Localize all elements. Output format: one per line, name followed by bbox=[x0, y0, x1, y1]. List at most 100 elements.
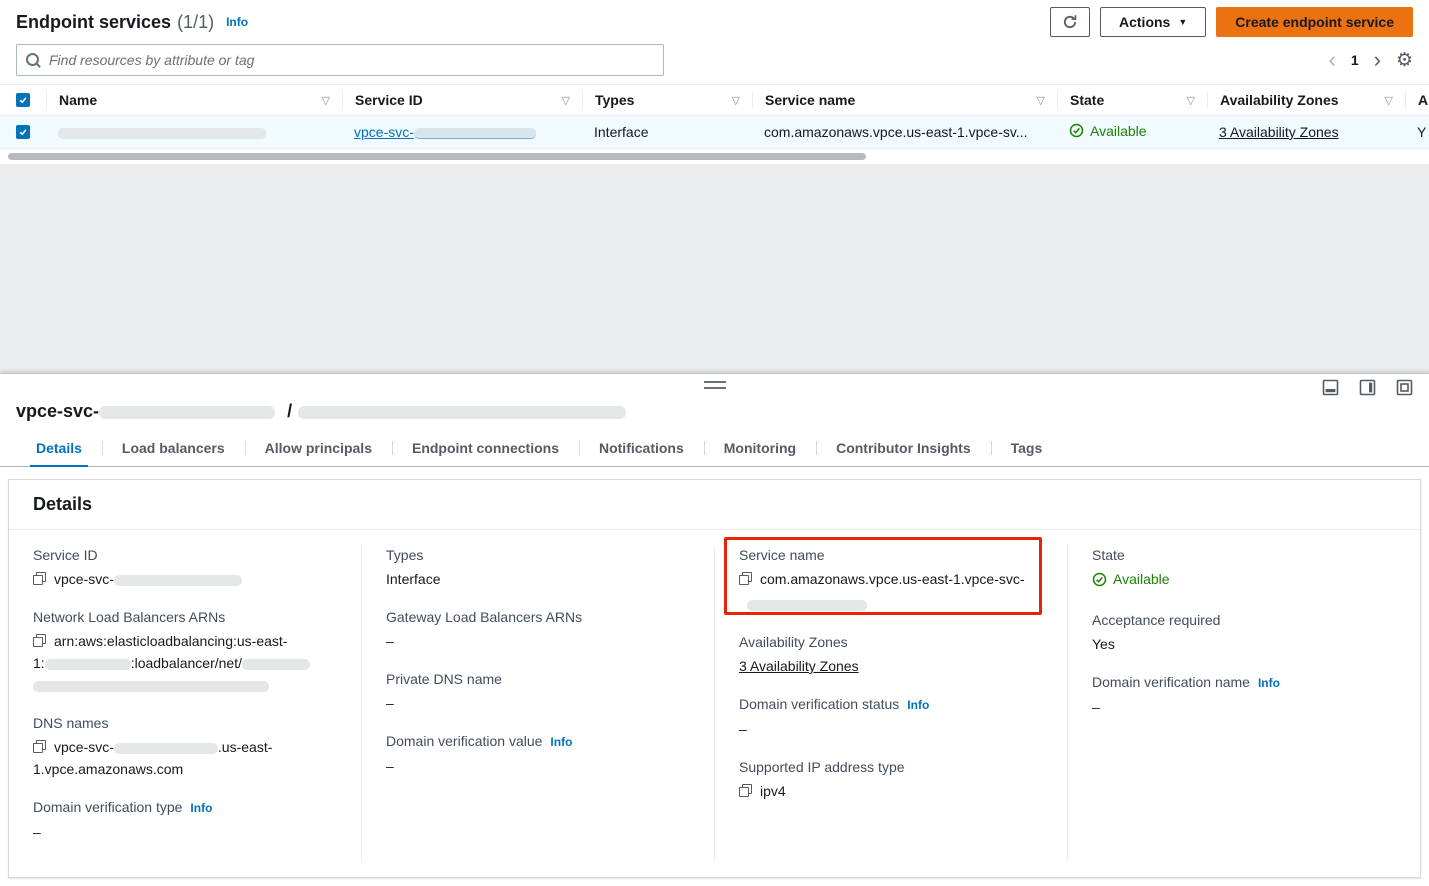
search-box[interactable] bbox=[16, 44, 664, 76]
copy-icon[interactable] bbox=[739, 572, 752, 585]
panel-layout-controls bbox=[1322, 379, 1413, 396]
tab-allow-principals[interactable]: Allow principals bbox=[245, 430, 392, 466]
details-card-heading: Details bbox=[9, 480, 1420, 530]
availability-zones-link[interactable]: 3 Availability Zones bbox=[1219, 124, 1339, 140]
check-icon bbox=[18, 127, 28, 137]
horizontal-scrollbar[interactable] bbox=[8, 153, 866, 160]
endpoint-services-list-section: Endpoint services (1/1) Info Actions ▼ C… bbox=[0, 0, 1429, 164]
resource-count: (1/1) bbox=[177, 12, 214, 33]
info-link[interactable]: Info bbox=[550, 735, 572, 749]
field-label: Service ID bbox=[33, 546, 337, 564]
field-label: Types bbox=[386, 546, 690, 564]
filter-icon[interactable]: ▽ bbox=[1187, 94, 1195, 107]
filter-icon[interactable]: ▽ bbox=[1385, 94, 1393, 107]
filter-icon[interactable]: ▽ bbox=[562, 94, 570, 107]
select-all-checkbox[interactable] bbox=[16, 93, 30, 107]
horizontal-scroll-track bbox=[0, 149, 1429, 164]
cell-types: Interface bbox=[582, 124, 752, 140]
availability-zones-link[interactable]: 3 Availability Zones bbox=[739, 658, 859, 674]
status-text: Available bbox=[1090, 123, 1147, 139]
copy-icon[interactable] bbox=[33, 572, 46, 585]
current-page-number[interactable]: 1 bbox=[1351, 52, 1359, 68]
redacted-service-id bbox=[414, 128, 536, 139]
field-domain-verification-value: Domain verification valueInfo – bbox=[386, 732, 690, 777]
column-label: Name bbox=[59, 92, 97, 108]
redacted-title-id bbox=[99, 406, 275, 419]
field-value: Interface bbox=[386, 568, 690, 590]
next-page-icon[interactable]: › bbox=[1374, 49, 1381, 71]
table-row[interactable]: vpce-svc- Interface com.amazonaws.vpce.u… bbox=[0, 116, 1429, 149]
details-split-panel: vpce-svc-/ Details Load balancers Allow … bbox=[0, 373, 1429, 886]
row-checkbox[interactable] bbox=[16, 125, 30, 139]
cell-availability-zones: 3 Availability Zones bbox=[1207, 124, 1405, 140]
split-panel-drag-handle[interactable] bbox=[704, 381, 726, 389]
split-panel-side-icon[interactable] bbox=[1359, 379, 1376, 396]
column-header-types[interactable]: Types ▽ bbox=[582, 91, 752, 109]
create-endpoint-service-button[interactable]: Create endpoint service bbox=[1216, 7, 1413, 37]
column-header-availability-zones[interactable]: Availability Zones ▽ bbox=[1207, 91, 1405, 109]
info-link[interactable]: Info bbox=[190, 801, 212, 815]
service-name-text: com.amazonaws.vpce.us-east-1.vpce-svc- bbox=[760, 571, 1025, 587]
field-acceptance-required: Acceptance required Yes bbox=[1092, 611, 1396, 655]
previous-page-icon[interactable]: ‹ bbox=[1329, 49, 1336, 71]
arn-text: :loadbalancer/net/ bbox=[131, 655, 242, 671]
tab-monitoring[interactable]: Monitoring bbox=[704, 430, 816, 466]
copy-icon[interactable] bbox=[33, 634, 46, 647]
column-header-name[interactable]: Name ▽ bbox=[46, 91, 342, 109]
field-service-name: Service name com.amazonaws.vpce.us-east-… bbox=[739, 546, 1043, 615]
field-label: Supported IP address type bbox=[739, 758, 1043, 776]
details-column-3: Service name com.amazonaws.vpce.us-east-… bbox=[714, 546, 1067, 861]
field-value: – bbox=[1092, 696, 1396, 718]
details-column-1: Service ID vpce-svc- Network Load Balanc… bbox=[9, 546, 361, 861]
field-value: Yes bbox=[1092, 633, 1396, 655]
field-value: vpce-svc- bbox=[33, 568, 337, 590]
info-link[interactable]: Info bbox=[1258, 676, 1280, 690]
split-panel-fullscreen-icon[interactable] bbox=[1396, 379, 1413, 396]
filter-icon[interactable]: ▽ bbox=[732, 94, 740, 107]
field-value: – bbox=[386, 692, 690, 714]
pagination: ‹ 1 › ⚙ bbox=[1329, 49, 1414, 72]
split-panel-header bbox=[0, 374, 1429, 396]
dns-text: vpce-svc- bbox=[54, 739, 114, 755]
actions-button[interactable]: Actions ▼ bbox=[1100, 7, 1206, 37]
copy-icon[interactable] bbox=[739, 784, 752, 797]
service-id-text: vpce-svc- bbox=[54, 571, 114, 587]
field-label: Gateway Load Balancers ARNs bbox=[386, 608, 690, 626]
redacted-text bbox=[114, 743, 218, 754]
tab-details[interactable]: Details bbox=[16, 430, 102, 466]
cell-name bbox=[46, 124, 342, 140]
details-column-2: Types Interface Gateway Load Balancers A… bbox=[361, 546, 714, 861]
column-header-state[interactable]: State ▽ bbox=[1057, 91, 1207, 109]
field-state: State Available bbox=[1092, 546, 1396, 593]
split-panel-bottom-icon[interactable] bbox=[1322, 379, 1339, 396]
field-label-text: Domain verification name bbox=[1092, 674, 1250, 690]
check-circle-icon bbox=[1092, 572, 1107, 587]
status-badge: Available bbox=[1069, 123, 1147, 139]
search-input[interactable] bbox=[49, 52, 654, 68]
column-header-acceptance[interactable]: A bbox=[1405, 91, 1429, 109]
tab-contributor-insights[interactable]: Contributor Insights bbox=[816, 430, 991, 466]
info-link[interactable]: Info bbox=[226, 15, 248, 29]
column-header-service-name[interactable]: Service name ▽ bbox=[752, 91, 1057, 109]
tab-endpoint-connections[interactable]: Endpoint connections bbox=[392, 430, 579, 466]
filter-icon[interactable]: ▽ bbox=[322, 94, 330, 107]
copy-icon[interactable] bbox=[33, 740, 46, 753]
refresh-button[interactable] bbox=[1050, 7, 1090, 37]
create-button-label: Create endpoint service bbox=[1235, 14, 1394, 30]
actions-button-label: Actions bbox=[1119, 14, 1170, 30]
service-id-link[interactable]: vpce-svc- bbox=[354, 124, 414, 140]
tab-tags[interactable]: Tags bbox=[991, 430, 1063, 466]
column-label: Service name bbox=[765, 92, 855, 108]
field-value: 3 Availability Zones bbox=[739, 655, 1043, 677]
settings-gear-icon[interactable]: ⚙ bbox=[1396, 49, 1413, 72]
field-glb-arns: Gateway Load Balancers ARNs – bbox=[386, 608, 690, 652]
tab-load-balancers[interactable]: Load balancers bbox=[102, 430, 245, 466]
field-label: Acceptance required bbox=[1092, 611, 1396, 629]
tab-notifications[interactable]: Notifications bbox=[579, 430, 704, 466]
info-link[interactable]: Info bbox=[907, 698, 929, 712]
arn-text: arn:aws:elasticloadbalancing:us-east- bbox=[54, 633, 287, 649]
row-select-cell bbox=[0, 125, 46, 139]
filter-icon[interactable]: ▽ bbox=[1037, 94, 1045, 107]
column-header-service-id[interactable]: Service ID ▽ bbox=[342, 91, 582, 109]
status-badge: Available bbox=[1092, 568, 1170, 590]
